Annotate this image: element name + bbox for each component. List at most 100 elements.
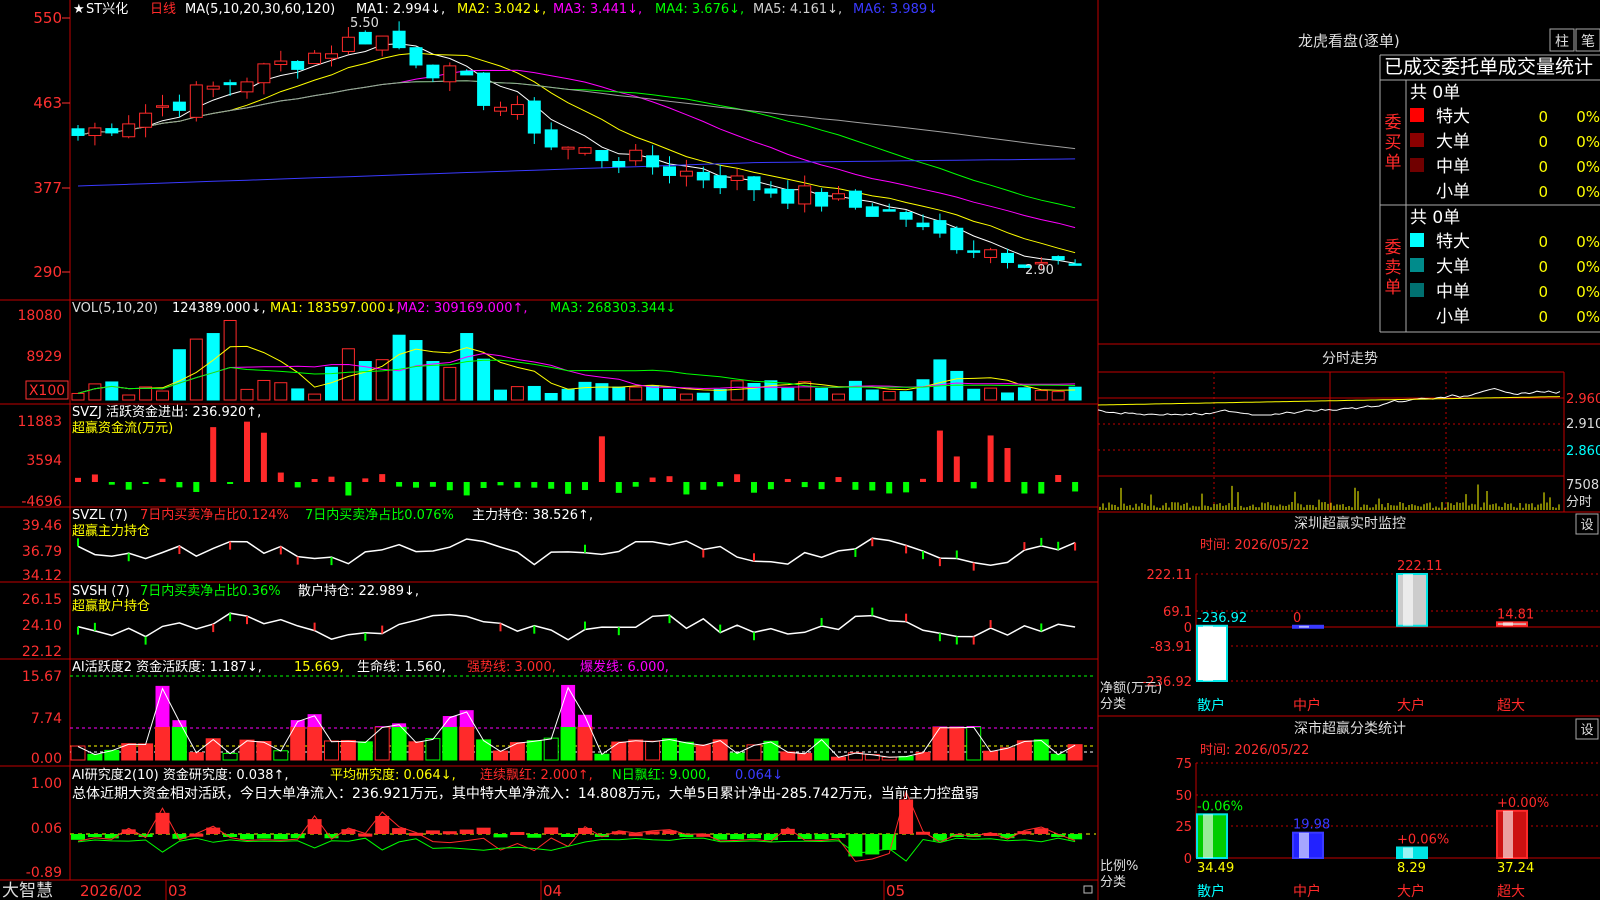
svzj-bar	[1055, 475, 1062, 482]
order-size-name: 中单	[1436, 282, 1470, 302]
bar-value-label: 14.81	[1497, 607, 1534, 622]
svzl-panel[interactable]: SVZL (7) 7日内买卖净占比0.124% 7日内买卖净占比0.076% 主…	[22, 507, 1077, 584]
category-bar-shine	[1203, 814, 1213, 858]
activity-line	[77, 686, 1076, 758]
svzj-bar	[176, 482, 183, 488]
realtime-monitor-panel[interactable]: 深圳超赢实时监控 设 时间: 2026/05/22 222.1169.10-83…	[1100, 513, 1600, 714]
intraday-panel[interactable]: 分时走势 2.960 2.910 2.860 7508 分时	[1097, 351, 1600, 512]
candle-body	[257, 63, 271, 84]
svzj-bar	[582, 482, 588, 491]
activity-bar	[594, 753, 610, 761]
svzj-bar	[446, 482, 453, 491]
svzj-bar	[91, 474, 98, 482]
price-panel[interactable]: 550 463 377 290 ★ ST兴化 日线 MA(5,10,20,30,60,…	[33, 2, 1082, 281]
svzj-bar	[514, 482, 521, 488]
activity-bar	[493, 750, 508, 761]
candlesticks[interactable]	[71, 21, 1082, 271]
svzj-bar	[1038, 482, 1045, 494]
bar-value-label: 37.24	[1497, 861, 1534, 876]
research-bar	[628, 833, 643, 837]
lhkp-panel[interactable]: 龙虎看盘(逐单) 柱 笔 已成交委托单成交量统计 委买单 委卖单 共 0单 共 …	[1298, 28, 1600, 333]
candle-body	[139, 112, 153, 128]
lhkp-subtitle: 已成交委托单成交量统计	[1384, 56, 1593, 78]
volume-bar	[646, 385, 660, 401]
bar-axis-label: 222.11	[1147, 568, 1193, 583]
category-bar-shine	[1503, 622, 1513, 626]
moving-average-lines	[77, 43, 1076, 264]
research-bar	[831, 834, 846, 838]
category-bar-shine	[1503, 810, 1513, 858]
activity-bar	[932, 726, 948, 761]
research-bar	[442, 831, 457, 835]
date-label-may: 05	[886, 882, 905, 900]
vol-ma1: MA1: 183597.000↓,	[270, 301, 401, 316]
activity-bar	[324, 740, 339, 761]
volume-panel[interactable]: VOL(5,10,20) 124389.000↓, MA1: 183597.00…	[17, 301, 1082, 401]
candle-body	[544, 129, 558, 148]
volume-bar	[984, 387, 998, 401]
ai1-e: 爆发线: 6.000,	[580, 659, 669, 675]
ai-activity-panel[interactable]: AI活跃度2 资金活跃度: 1.187↓, 15.669, 生命线: 1.560…	[22, 659, 1096, 767]
classify-settings-label: 设	[1580, 723, 1593, 738]
volume-bar	[291, 388, 305, 401]
volume-bar	[122, 394, 136, 401]
candle-body	[629, 149, 643, 162]
ai1-axis-top: 15.67	[22, 669, 62, 685]
ma5-value: MA5: 4.161↓,	[753, 2, 842, 17]
svzj-bar	[244, 421, 250, 482]
candle-body	[561, 146, 575, 150]
vertical-char: 卖	[1385, 258, 1402, 278]
research-bar	[459, 829, 474, 834]
price-header: ★ ST兴化 日线 MA(5,10,20,30,60,120) MA1: 2.9…	[73, 2, 938, 17]
intraday-vol-max: 7508	[1566, 478, 1599, 493]
order-size-name: 小单	[1436, 182, 1470, 202]
order-size-swatch	[1410, 158, 1424, 172]
order-count: 0	[1538, 133, 1548, 151]
volume-bar	[747, 382, 761, 401]
svzj-panel[interactable]: SVZJ 活跃资金进出: 236.920↑, 超赢资金流(万元) 11883 3…	[17, 404, 1079, 510]
price-axis-label: 463	[33, 94, 62, 112]
activity-bar	[526, 740, 542, 761]
category-bar-shine	[1299, 832, 1309, 858]
candle-body	[392, 30, 406, 49]
ai-research-panel[interactable]: AI研究度2(10) 资金研究度: 0.038↑, 平均研究度: 0.064↓,…	[26, 767, 1096, 881]
research-line-red	[77, 790, 1076, 862]
svzj-bar	[429, 482, 436, 487]
svsh-axis-mid: 24.10	[22, 618, 62, 634]
order-size-swatch	[1410, 258, 1424, 272]
candle-body	[223, 82, 237, 86]
activity-bar	[239, 739, 255, 761]
activity-bar	[87, 753, 103, 761]
vertical-char: 委	[1385, 113, 1402, 133]
sell-orders-label: 委卖单	[1385, 238, 1402, 298]
intraday-title: 分时走势	[1322, 351, 1378, 367]
activity-bar	[645, 740, 661, 761]
buy-total: 共 0单	[1410, 83, 1460, 103]
svzj-bar	[159, 478, 166, 482]
candle-body	[781, 188, 795, 204]
svsh-panel[interactable]: SVSH (7) 7日内买卖净占比0.36% 散户持仓: 22.989↓, 超赢…	[22, 583, 1076, 660]
ai1-axis-mid: 7.74	[31, 711, 62, 727]
volume-bar	[1068, 386, 1082, 401]
date-label-feb: 2026/02	[80, 882, 142, 900]
activity-bar	[273, 750, 289, 761]
lhkp-title: 龙虎看盘(逐单)	[1298, 32, 1400, 50]
ai-activity-header: AI活跃度2 资金活跃度: 1.187↓, 15.669, 生命线: 1.560…	[72, 659, 669, 675]
activity-bar	[814, 738, 830, 761]
volume-bar	[460, 333, 474, 401]
volume-bar	[916, 379, 930, 401]
svzj-bar	[970, 482, 977, 489]
ma2-value: MA2: 3.042↓,	[457, 2, 546, 17]
svzj-bar	[294, 482, 301, 488]
volume-bar	[798, 381, 812, 401]
volume-bar	[781, 387, 795, 401]
classify-panel[interactable]: 深市超赢分类统计 设 时间: 2026/05/22 75 50 25 0 34.49 -0…	[1100, 718, 1600, 900]
tick-mode-label: 笔	[1581, 34, 1595, 50]
volume-bar	[139, 386, 153, 401]
ai2-axis-bottom: -0.89	[26, 865, 62, 881]
candle-body	[865, 206, 879, 217]
svzj-bar	[835, 477, 842, 482]
activity-bar	[1033, 739, 1049, 761]
app-logo: 大智慧	[2, 881, 53, 900]
classify-title: 深市超赢分类统计	[1294, 720, 1406, 737]
